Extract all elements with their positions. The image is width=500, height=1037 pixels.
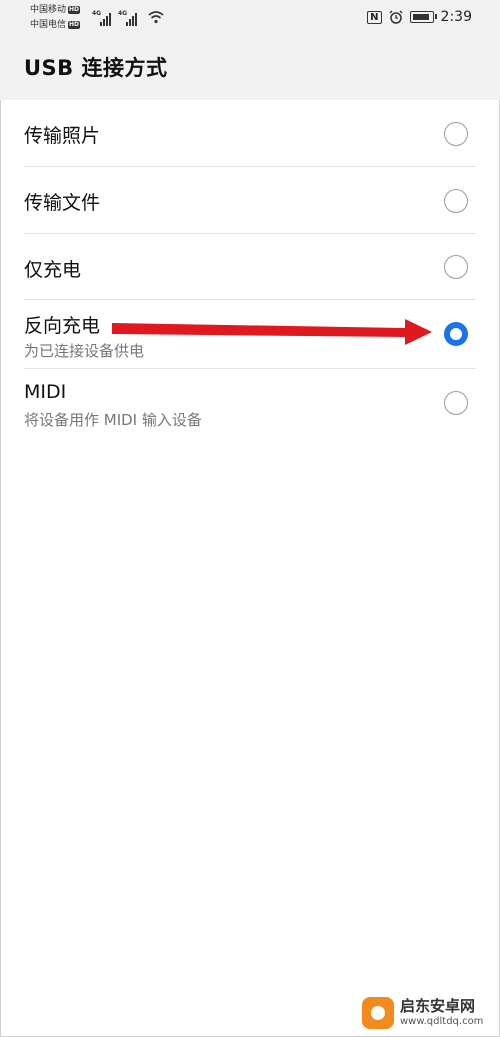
- option-label: 传输文件: [24, 192, 101, 214]
- battery-icon: [409, 11, 437, 23]
- carrier-2-label: 中国电信: [30, 20, 67, 30]
- hd-badge: HD: [68, 20, 81, 29]
- hd-badge: HD: [68, 5, 81, 14]
- option-description: 为已连接设备供电: [24, 342, 145, 360]
- status-right: N 2:39: [367, 8, 472, 26]
- option-label: 仅充电: [24, 259, 82, 281]
- network-type-1: 4G: [92, 10, 102, 17]
- carrier-2: 中国电信 HD: [30, 20, 81, 31]
- carrier-1-label: 中国移动: [30, 5, 67, 15]
- nfc-icon: N: [367, 10, 382, 24]
- signal-icon: 4G: [92, 10, 116, 26]
- watermark-url: www.qdltdq.com: [400, 1016, 484, 1027]
- radio-button[interactable]: [444, 255, 468, 279]
- top-bar: 中国移动 HD 中国电信 HD 4G 4G N 2:39 USB 连接方式: [0, 0, 500, 100]
- network-type-2: 4G: [118, 10, 128, 17]
- watermark: 启东安卓网 www.qdltdq.com: [362, 993, 492, 1033]
- status-bar: 中国移动 HD 中国电信 HD 4G 4G N 2:39: [0, 0, 500, 38]
- carrier-1: 中国移动 HD: [30, 5, 81, 16]
- option-transfer-files[interactable]: 传输文件: [0, 167, 500, 234]
- option-midi[interactable]: MIDI 将设备用作 MIDI 输入设备: [0, 369, 500, 437]
- option-reverse-charge[interactable]: 反向充电 为已连接设备供电: [0, 300, 500, 369]
- watermark-name: 启东安卓网: [400, 997, 476, 1015]
- alarm-icon: [389, 10, 403, 24]
- option-charge-only[interactable]: 仅充电: [0, 234, 500, 300]
- watermark-logo: [362, 997, 394, 1029]
- option-description: 将设备用作 MIDI 输入设备: [24, 411, 202, 429]
- option-label: 反向充电: [24, 315, 101, 337]
- signal-icon: 4G: [118, 10, 142, 26]
- wifi-icon: [148, 11, 164, 24]
- clock-time: 2:39: [440, 9, 472, 25]
- radio-button[interactable]: [444, 391, 468, 415]
- option-label: MIDI: [24, 381, 67, 403]
- radio-button[interactable]: [444, 122, 468, 146]
- page-title: USB 连接方式: [24, 56, 168, 80]
- option-transfer-photos[interactable]: 传输照片: [0, 100, 500, 167]
- radio-button[interactable]: [444, 189, 468, 213]
- option-label: 传输照片: [24, 125, 101, 147]
- radio-button-selected[interactable]: [444, 322, 468, 346]
